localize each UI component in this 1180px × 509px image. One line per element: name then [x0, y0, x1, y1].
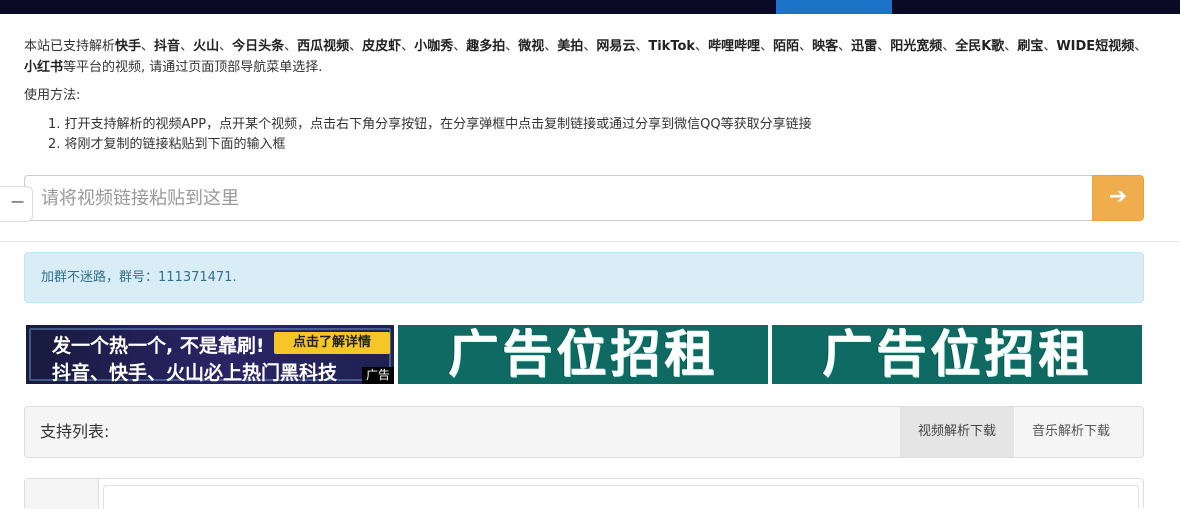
platform-name: 小红书 — [24, 60, 64, 75]
ad-subline: 抖音、快手、火山必上热门黑科技 — [52, 362, 338, 384]
platform-separator: 、 — [799, 39, 813, 54]
search-bar: ➔ — [24, 175, 1144, 221]
video-url-input[interactable] — [24, 175, 1093, 221]
support-list-title: 支持列表: — [40, 422, 110, 441]
notice-text: 加群不迷路，群号：111371471. — [41, 270, 237, 285]
usage-steps: 1. 打开支持解析的视频APP，点开某个视频，点击右下角分享按钮，在分享弹框中点… — [48, 115, 812, 155]
platform-separator: 、 — [349, 39, 363, 54]
platform-name: 陌陌 — [773, 39, 800, 54]
platform-name: 网易云 — [596, 39, 636, 54]
ad-banner-3[interactable]: 广告位招租 — [772, 325, 1142, 384]
platform-separator: 、 — [635, 39, 649, 54]
platform-separator: 、 — [1043, 39, 1057, 54]
platform-name: 皮皮虾 — [362, 39, 402, 54]
arrow-right-icon: ➔ — [1108, 184, 1128, 209]
platform-name: 今日头条 — [232, 39, 285, 54]
usage-step: 1. 打开支持解析的视频APP，点开某个视频，点击右下角分享按钮，在分享弹框中点… — [48, 117, 812, 132]
platform-separator: 、 — [695, 39, 709, 54]
support-list-sidebar — [25, 479, 99, 509]
usage-title: 使用方法: — [24, 88, 81, 103]
top-navbar — [0, 0, 1180, 14]
platform-separator: 、 — [877, 39, 891, 54]
ad-banner-1[interactable]: 发一个热一个, 不是靠刷! 点击了解详情 抖音、快手、火山必上热门黑科技 广告 — [26, 325, 394, 384]
platform-name: 西瓜视频 — [297, 39, 350, 54]
support-list-panel: 支持列表: 视频解析下载 音乐解析下载 — [24, 406, 1144, 458]
platform-name: 小咖秀 — [414, 39, 454, 54]
support-list-box — [24, 478, 1144, 509]
platform-name: 哔哩哔哩 — [708, 39, 761, 54]
ad-headline: 发一个热一个, 不是靠刷! — [52, 335, 265, 357]
platform-name: 刷宝 — [1017, 39, 1044, 54]
divider — [0, 241, 1180, 242]
intro-suffix: 等平台的视频, 请通过页面顶部导航菜单选择. — [63, 60, 323, 75]
platform-separator: 、 — [583, 39, 597, 54]
platform-separator: 、 — [284, 39, 298, 54]
side-tab-label: 一下 — [10, 196, 24, 211]
platform-separator: 、 — [1134, 39, 1148, 54]
intro-prefix: 本站已支持解析 — [24, 39, 116, 54]
ad-banner-2[interactable]: 广告位招租 — [398, 325, 768, 384]
platform-name: 快手 — [115, 39, 142, 54]
notice-alert: 加群不迷路，群号：111371471. — [24, 252, 1144, 303]
platform-separator: 、 — [141, 39, 155, 54]
ad-rent-text: 广告位招租 — [448, 325, 718, 383]
platform-name: 微视 — [518, 39, 545, 54]
support-list-content — [103, 485, 1139, 509]
intro-text: 本站已支持解析快手、抖音、火山、今日头条、西瓜视频、皮皮虾、小咖秀、趣多拍、微视… — [24, 36, 1154, 78]
ad-cta-button[interactable]: 点击了解详情 — [274, 332, 390, 354]
ad-tag: 广告 — [362, 367, 394, 384]
platform-separator: 、 — [401, 39, 415, 54]
platform-separator: 、 — [505, 39, 519, 54]
platform-name: 阳光宽频 — [890, 39, 943, 54]
platform-name: 全民K歌 — [955, 39, 1005, 54]
platform-separator: 、 — [1004, 39, 1018, 54]
platform-name: 映客 — [812, 39, 839, 54]
platform-name: WIDE短视频 — [1056, 39, 1135, 54]
platform-separator: 、 — [180, 39, 194, 54]
platform-separator: 、 — [942, 39, 956, 54]
side-float-tab[interactable]: 一下 — [0, 186, 33, 222]
parse-submit-button[interactable]: ➔ — [1092, 175, 1144, 221]
platform-separator: 、 — [760, 39, 774, 54]
platform-separator: 、 — [838, 39, 852, 54]
ad-rent-text: 广告位招租 — [822, 325, 1092, 383]
platform-name: 抖音 — [154, 39, 181, 54]
platform-name: 趣多拍 — [466, 39, 506, 54]
tab-video-download[interactable]: 视频解析下载 — [900, 407, 1014, 457]
platform-name: 火山 — [193, 39, 220, 54]
platform-name: TikTok — [648, 39, 696, 54]
platform-separator: 、 — [453, 39, 467, 54]
usage-step: 2. 将刚才复制的链接粘贴到下面的输入框 — [48, 137, 286, 152]
platform-separator: 、 — [544, 39, 558, 54]
platform-name: 迅雷 — [851, 39, 878, 54]
platform-separator: 、 — [219, 39, 233, 54]
platform-name: 美拍 — [557, 39, 584, 54]
tab-music-download[interactable]: 音乐解析下载 — [1014, 407, 1128, 457]
nav-active-tab[interactable] — [776, 0, 892, 14]
